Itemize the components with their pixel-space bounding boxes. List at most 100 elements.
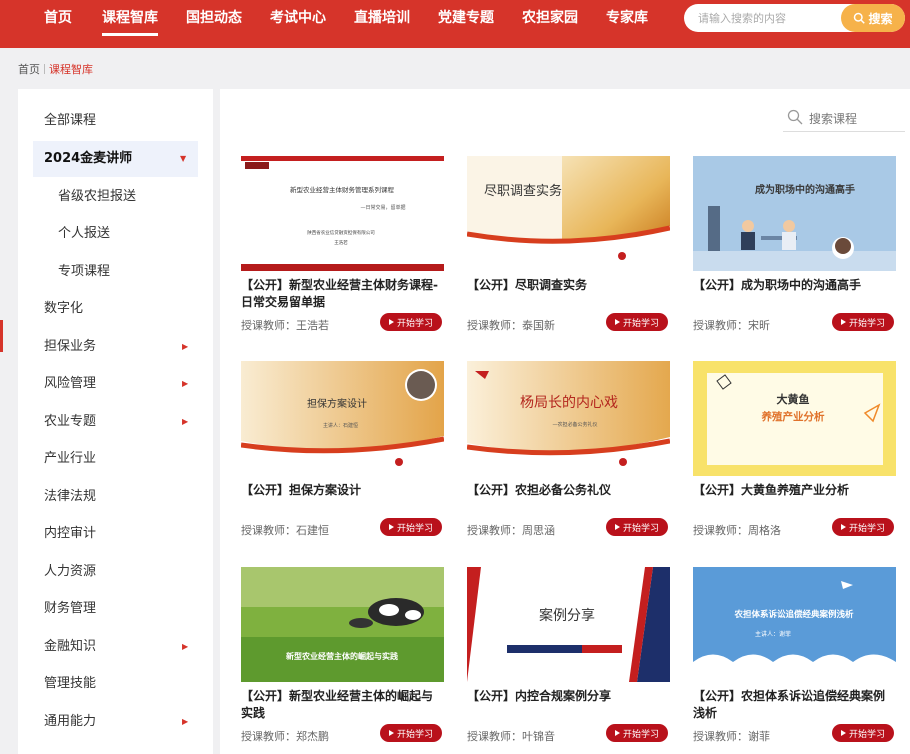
thumb-subtitle: —农担必备公务礼仪 (552, 421, 597, 428)
nav-party-building[interactable]: 党建专题 (438, 0, 494, 40)
sidebar-item-provincial[interactable]: 省级农担报送 (18, 179, 213, 215)
sidebar-item-personal[interactable]: 个人报送 (18, 216, 213, 252)
thumb-presenter: 主讲人：谢菲 (755, 630, 791, 638)
thumb-title: 大黄鱼 (777, 392, 810, 406)
sidebar-item-label: 省级农担报送 (58, 189, 137, 204)
course-thumbnail[interactable]: 尽职调查实务 (467, 156, 670, 271)
left-edge-marker (0, 320, 3, 352)
breadcrumb-home[interactable]: 首页 (18, 63, 40, 76)
thumb-title: 案例分享 (539, 607, 595, 624)
course-card[interactable]: 新型农业经营主体财务管理系列课程 —日常交易，留单据 陕西省农业信贷融资担保有限… (241, 156, 444, 342)
course-teacher: 授课教师：叶锦音 (467, 730, 555, 743)
search-input[interactable] (698, 4, 838, 32)
sidebar-item-label: 内控审计 (44, 526, 97, 541)
course-card[interactable]: 担保方案设计 主讲人：石建恒 【公开】担保方案设计 授课教师：石建恒 开始学习 (241, 361, 444, 547)
course-card[interactable]: 新型农业经营主体的崛起与实践 【公开】新型农业经营主体的崛起与实践 授课教师：郑… (241, 567, 444, 753)
course-thumbnail[interactable]: 案例分享 (467, 567, 670, 682)
search-button[interactable]: 搜索 (841, 4, 905, 32)
course-search[interactable]: 搜索课程 (783, 104, 905, 132)
nav-experts[interactable]: 专家库 (606, 0, 648, 40)
course-title[interactable]: 【公开】新型农业经营主体财务课程-日常交易留单据 (241, 277, 444, 311)
start-study-label: 开始学习 (396, 318, 433, 329)
start-study-button[interactable]: 开始学习 (606, 313, 668, 331)
course-thumbnail[interactable]: 大黄鱼 养殖产业分析 (693, 361, 896, 476)
course-card[interactable]: 大黄鱼 养殖产业分析 【公开】大黄鱼养殖产业分析 授课教师：周格洛 开始学习 (693, 361, 896, 547)
nav-home-garden[interactable]: 农担家园 (522, 0, 578, 40)
course-title[interactable]: 【公开】大黄鱼养殖产业分析 (693, 482, 896, 499)
category-sidebar: 全部课程 2024金麦讲师 ▼ 省级农担报送 个人报送 专项课程 数字化 担保业务… (18, 89, 213, 754)
thumb-title: 成为职场中的沟通高手 (755, 183, 855, 196)
sidebar-item-label: 产业行业 (44, 451, 97, 466)
sidebar-item-label: 人力资源 (44, 564, 97, 579)
sidebar-item-management[interactable]: 管理技能 (18, 666, 213, 702)
caret-right-icon: ▶ (182, 379, 189, 388)
course-card[interactable]: 案例分享 【公开】内控合规案例分享 授课教师：叶锦音 开始学习 (467, 567, 670, 753)
thumb-subtitle: 养殖产业分析 (761, 410, 825, 423)
start-study-button[interactable]: 开始学习 (380, 518, 442, 536)
play-icon (840, 524, 846, 530)
course-teacher: 授课教师：周思涵 (467, 524, 555, 537)
sidebar-item-risk[interactable]: 风险管理 ▶ (18, 366, 213, 402)
sidebar-item-label: 法律法规 (44, 489, 97, 504)
start-study-label: 开始学习 (396, 729, 433, 740)
sidebar-item-audit[interactable]: 内控审计 (18, 516, 213, 552)
nav-news[interactable]: 国担动态 (186, 0, 242, 40)
course-card[interactable]: 成为职场中的沟通高手 【公开】成为职场中的沟通高手 授课教师：宋昕 开始学习 (693, 156, 896, 342)
start-study-button[interactable]: 开始学习 (380, 313, 442, 331)
sidebar-item-special[interactable]: 专项课程 (18, 254, 213, 290)
sidebar-item-label: 财务管理 (44, 601, 97, 616)
breadcrumb-current: 课程智库 (49, 63, 93, 76)
sidebar-item-more[interactable]: ¬¬¬¬ (18, 741, 213, 754)
sidebar-item-digital[interactable]: 数字化 (18, 291, 213, 327)
course-title[interactable]: 【公开】尽职调查实务 (467, 277, 670, 294)
start-study-button[interactable]: 开始学习 (832, 518, 894, 536)
start-study-button[interactable]: 开始学习 (606, 724, 668, 742)
course-title[interactable]: 【公开】农担体系诉讼追偿经典案例浅析 (693, 688, 896, 722)
course-card[interactable]: 尽职调查实务 【公开】尽职调查实务 授课教师：泰国新 开始学习 (467, 156, 670, 342)
caret-right-icon: ▶ (182, 642, 189, 651)
nav-live-training[interactable]: 直播培训 (354, 0, 410, 40)
sidebar-item-agriculture[interactable]: 农业专题 ▶ (18, 404, 213, 440)
play-icon (388, 319, 394, 325)
sidebar-item-2024-jinmai[interactable]: 2024金麦讲师 ▼ (33, 141, 198, 177)
sidebar-item-industry[interactable]: 产业行业 (18, 441, 213, 477)
course-thumbnail[interactable]: 新型农业经营主体的崛起与实践 (241, 567, 444, 682)
course-thumbnail[interactable]: 杨局长的内心戏 —农担必备公务礼仪 (467, 361, 670, 476)
course-teacher: 授课教师：谢菲 (693, 730, 770, 743)
course-card[interactable]: 农担体系诉讼追偿经典案例浅析 主讲人：谢菲 【公开】农担体系诉讼追偿经典案例浅析… (693, 567, 896, 753)
sidebar-item-law[interactable]: 法律法规 (18, 479, 213, 515)
sidebar-item-finance[interactable]: 财务管理 (18, 591, 213, 627)
course-title[interactable]: 【公开】新型农业经营主体的崛起与实践 (241, 688, 444, 722)
sidebar-item-label: 管理技能 (44, 676, 97, 691)
search-icon (787, 109, 803, 125)
course-teacher: 授课教师：泰国新 (467, 319, 555, 332)
start-study-button[interactable]: 开始学习 (606, 518, 668, 536)
course-thumbnail[interactable]: 担保方案设计 主讲人：石建恒 (241, 361, 444, 476)
course-card[interactable]: 杨局长的内心戏 —农担必备公务礼仪 【公开】农担必备公务礼仪 授课教师：周思涵 … (467, 361, 670, 547)
course-title[interactable]: 【公开】担保方案设计 (241, 482, 444, 499)
course-title[interactable]: 【公开】农担必备公务礼仪 (467, 482, 670, 499)
sidebar-item-all[interactable]: 全部课程 (18, 103, 213, 139)
sidebar-item-hr[interactable]: 人力资源 (18, 554, 213, 590)
start-study-button[interactable]: 开始学习 (832, 724, 894, 742)
play-icon (388, 524, 394, 530)
course-teacher: 授课教师：宋昕 (693, 319, 770, 332)
nav-home[interactable]: 首页 (44, 0, 72, 40)
sidebar-item-label: 个人报送 (58, 226, 111, 241)
course-thumbnail[interactable]: 成为职场中的沟通高手 (693, 156, 896, 271)
sidebar-item-label: 专项课程 (58, 264, 111, 279)
start-study-button[interactable]: 开始学习 (380, 724, 442, 742)
course-thumbnail[interactable]: 农担体系诉讼追偿经典案例浅析 主讲人：谢菲 (693, 567, 896, 682)
course-thumbnail[interactable]: 新型农业经营主体财务管理系列课程 —日常交易，留单据 陕西省农业信贷融资担保有限… (241, 156, 444, 271)
sidebar-item-guarantee[interactable]: 担保业务 ▶ (18, 329, 213, 365)
course-title[interactable]: 【公开】内控合规案例分享 (467, 688, 670, 705)
nav-exam-center[interactable]: 考试中心 (270, 0, 326, 40)
course-title[interactable]: 【公开】成为职场中的沟通高手 (693, 277, 896, 294)
start-study-button[interactable]: 开始学习 (832, 313, 894, 331)
start-study-label: 开始学习 (396, 523, 433, 534)
play-icon (614, 730, 620, 736)
sidebar-item-banking[interactable]: 金融知识 ▶ (18, 629, 213, 665)
sidebar-item-general[interactable]: 通用能力 ▶ (18, 704, 213, 740)
nav-course-library[interactable]: 课程智库 (102, 0, 158, 40)
thumb-title: 尽职调查实务 (484, 183, 562, 199)
